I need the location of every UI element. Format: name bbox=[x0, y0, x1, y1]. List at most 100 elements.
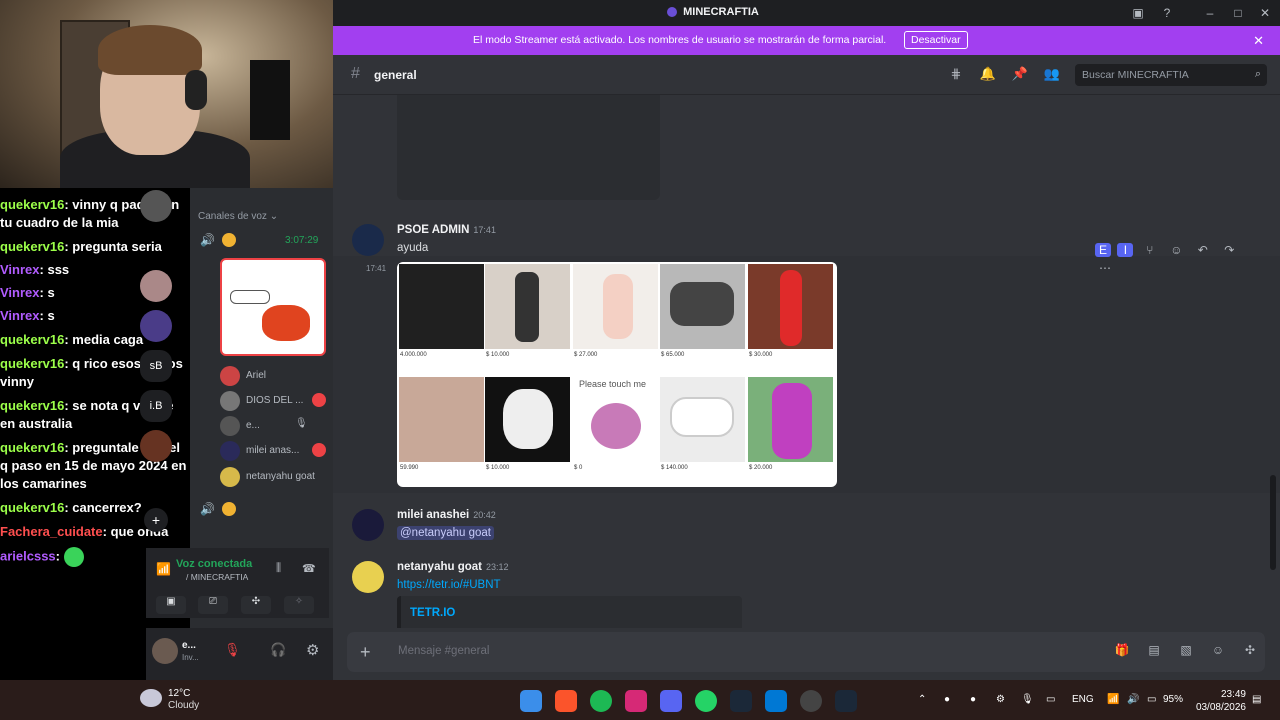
gallery-image[interactable] bbox=[748, 264, 833, 349]
gif-icon[interactable]: ▤ bbox=[1145, 643, 1163, 661]
gallery-image[interactable] bbox=[485, 377, 570, 462]
steam-icon[interactable] bbox=[835, 690, 857, 712]
notification-icon[interactable]: ▤ bbox=[1252, 694, 1261, 705]
forward-icon[interactable]: ↷ bbox=[1219, 243, 1239, 257]
avatar[interactable] bbox=[352, 561, 384, 593]
voice-member[interactable]: e... bbox=[246, 420, 260, 431]
gallery-image[interactable] bbox=[748, 377, 833, 462]
app-e-icon[interactable]: E bbox=[1095, 243, 1111, 257]
volume-icon[interactable]: 🔊 bbox=[1127, 694, 1139, 705]
server-icon[interactable] bbox=[140, 190, 172, 222]
start-icon[interactable] bbox=[520, 690, 542, 712]
deafen-icon[interactable]: 🎧 bbox=[270, 642, 286, 658]
user-mention[interactable]: @netanyahu goat bbox=[397, 526, 494, 540]
gallery-image[interactable] bbox=[485, 264, 570, 349]
screen-share-icon[interactable]: ⎚ bbox=[198, 596, 228, 614]
soundboard-icon[interactable]: ✧ bbox=[284, 596, 314, 614]
server-icon[interactable] bbox=[140, 310, 172, 342]
obs-icon[interactable] bbox=[800, 690, 822, 712]
gift-icon[interactable]: 🎁 bbox=[1113, 643, 1131, 661]
voice-member[interactable]: milei anas... bbox=[246, 445, 299, 456]
battery-icon[interactable]: ▭ bbox=[1147, 694, 1156, 705]
message-author[interactable]: milei anashei 20:42 bbox=[397, 509, 496, 521]
members-icon[interactable]: 👥 bbox=[1043, 66, 1061, 84]
search-input[interactable]: Buscar MINECRAFTIA ⌕ bbox=[1075, 64, 1267, 86]
gallery-image[interactable] bbox=[573, 264, 658, 349]
tray-app-icon[interactable]: ● bbox=[970, 694, 976, 705]
instagram-icon[interactable] bbox=[625, 690, 647, 712]
embed-image[interactable] bbox=[397, 95, 660, 200]
gallery-image[interactable]: Please touch me bbox=[573, 377, 658, 462]
emoji-icon[interactable]: ☺ bbox=[1209, 643, 1227, 661]
close-icon[interactable]: ✕ bbox=[1256, 4, 1274, 22]
steam-icon[interactable] bbox=[730, 690, 752, 712]
voice-channels-header[interactable]: Canales de voz ⌄ bbox=[198, 211, 278, 222]
image-gallery[interactable]: 4.000.000 $ 10.000 $ 27.000 $ 65.000 $ 3… bbox=[397, 262, 837, 487]
camera-off-icon[interactable]: ▣ bbox=[156, 596, 186, 614]
tray-app-icon[interactable]: ▭ bbox=[1046, 694, 1055, 705]
minimize-icon[interactable]: – bbox=[1201, 4, 1219, 22]
stream-preview[interactable] bbox=[220, 258, 326, 356]
gallery-image[interactable] bbox=[660, 377, 745, 462]
help-icon[interactable]: ? bbox=[1158, 4, 1176, 22]
avatar[interactable] bbox=[352, 509, 384, 541]
apps-icon[interactable]: ✣ bbox=[1241, 643, 1259, 661]
settings-gear-icon[interactable]: ⚙ bbox=[306, 641, 319, 659]
muted-icon bbox=[312, 443, 326, 457]
fork-icon[interactable]: ⑂ bbox=[1140, 243, 1160, 257]
server-icon[interactable]: sB bbox=[140, 350, 172, 382]
message-author[interactable]: netanyahu goat 23:12 bbox=[397, 561, 509, 573]
add-server-icon[interactable]: + bbox=[144, 508, 168, 532]
message-author[interactable]: PSOE ADMIN 17:41 bbox=[397, 224, 496, 236]
gallery-image[interactable] bbox=[660, 264, 745, 349]
noise-icon[interactable]: ⫼ bbox=[276, 562, 281, 575]
gallery-image[interactable] bbox=[399, 264, 484, 349]
server-icon[interactable] bbox=[140, 270, 172, 302]
inbox-icon[interactable]: ▣ bbox=[1129, 4, 1147, 22]
embed-title[interactable]: TETR.IO bbox=[410, 607, 455, 619]
voice-member[interactable]: Ariel bbox=[246, 370, 266, 381]
maximize-icon[interactable]: □ bbox=[1229, 4, 1247, 22]
gallery-image[interactable] bbox=[399, 377, 484, 462]
wifi-icon[interactable]: 📶 bbox=[1107, 694, 1119, 705]
price-label: $ 10.000 bbox=[486, 465, 510, 471]
reply-icon[interactable]: ↶ bbox=[1193, 243, 1213, 257]
language-indicator[interactable]: ENG bbox=[1072, 694, 1094, 705]
server-icon[interactable] bbox=[140, 430, 172, 462]
message-link[interactable]: https://tetr.io/#UBNT bbox=[397, 579, 501, 591]
clock[interactable]: 23:49 03/08/2026 bbox=[1194, 688, 1246, 714]
server-icon[interactable]: i.B bbox=[140, 390, 172, 422]
link-embed[interactable]: TETR.IO bbox=[397, 596, 742, 628]
voice-member[interactable]: DIOS DEL ... bbox=[246, 395, 303, 406]
hash-icon: # bbox=[351, 65, 360, 82]
disable-streamer-button[interactable]: Desactivar bbox=[904, 31, 968, 49]
spotify-icon[interactable] bbox=[590, 690, 612, 712]
discord-icon[interactable] bbox=[660, 690, 682, 712]
tray-chevron-icon[interactable]: ⌃ bbox=[918, 694, 926, 705]
mic-muted-icon[interactable]: 🎙 bbox=[224, 642, 241, 658]
close-icon[interactable]: ✕ bbox=[1253, 33, 1264, 49]
avatar[interactable] bbox=[152, 638, 178, 664]
voice-status: Voz conectada bbox=[176, 558, 253, 570]
pin-icon[interactable]: 📌 bbox=[1011, 66, 1029, 84]
disconnect-icon[interactable]: ☎ bbox=[302, 562, 316, 575]
mic-icon[interactable]: 🎙 bbox=[1021, 694, 1034, 705]
voice-server[interactable]: / MINECRAFTIA bbox=[186, 572, 248, 582]
app-i-icon[interactable]: I bbox=[1117, 243, 1134, 257]
add-attachment-icon[interactable]: + bbox=[360, 642, 371, 663]
whatsapp-icon[interactable] bbox=[695, 690, 717, 712]
brave-icon[interactable] bbox=[555, 690, 577, 712]
add-reaction-icon[interactable]: ☺ bbox=[1166, 243, 1186, 257]
tray-app-icon[interactable]: ● bbox=[944, 694, 950, 705]
activities-icon[interactable]: ✣ bbox=[241, 596, 271, 614]
threads-icon[interactable]: ⋕ bbox=[947, 66, 965, 84]
message-input[interactable]: + Mensaje #general 🎁 ▤ ▧ ☺ ✣ bbox=[347, 632, 1265, 672]
sticker-icon[interactable]: ▧ bbox=[1177, 643, 1195, 661]
avatar[interactable] bbox=[352, 224, 384, 256]
tray-app-icon[interactable]: ⚙ bbox=[996, 694, 1005, 705]
mail-icon[interactable] bbox=[765, 690, 787, 712]
more-icon[interactable]: ⋯ bbox=[1095, 261, 1115, 275]
bell-icon[interactable]: 🔔 bbox=[979, 66, 997, 84]
voice-member[interactable]: netanyahu goat bbox=[246, 471, 315, 482]
scrollbar[interactable] bbox=[1270, 475, 1276, 570]
